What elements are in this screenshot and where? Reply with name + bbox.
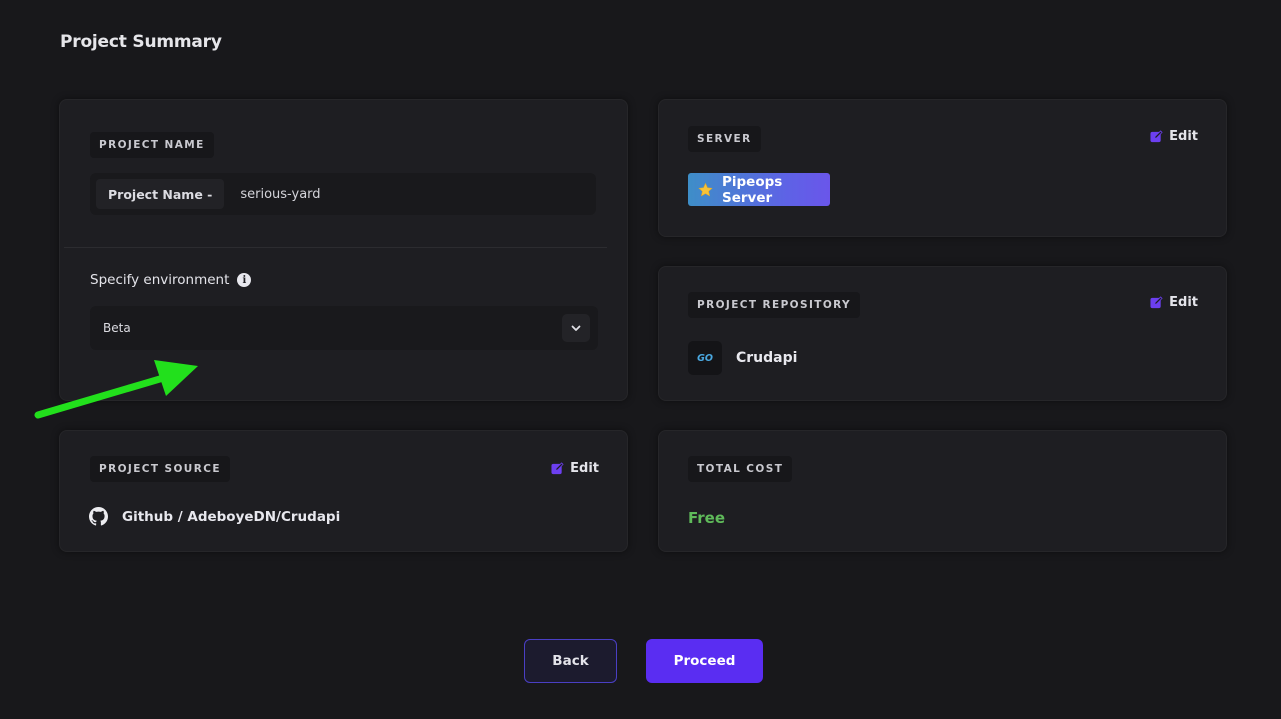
server-badge: Pipeops Server bbox=[688, 173, 830, 206]
total-cost-card: TOTAL COST Free bbox=[658, 430, 1227, 552]
go-logo-icon: GO bbox=[688, 341, 722, 375]
server-heading: SERVER bbox=[688, 126, 761, 152]
annotation-arrow-icon bbox=[34, 360, 198, 419]
proceed-button[interactable]: Proceed bbox=[646, 639, 763, 683]
back-button[interactable]: Back bbox=[524, 639, 617, 683]
source-value: Github / AdeboyeDN/Crudapi bbox=[122, 508, 341, 525]
project-repository-heading: PROJECT REPOSITORY bbox=[688, 292, 861, 318]
source-edit-button[interactable]: Edit bbox=[551, 461, 599, 476]
server-card: SERVER Edit Pipeops Server bbox=[658, 99, 1227, 237]
environment-selected-value: Beta bbox=[103, 321, 131, 335]
edit-icon bbox=[551, 462, 564, 475]
server-edit-button[interactable]: Edit bbox=[1150, 129, 1198, 144]
server-badge-label: Pipeops Server bbox=[722, 173, 783, 206]
source-row: Github / AdeboyeDN/Crudapi bbox=[89, 507, 340, 526]
project-repository-card: PROJECT REPOSITORY Edit GO Crudapi bbox=[658, 266, 1227, 401]
project-name-heading: PROJECT NAME bbox=[90, 132, 214, 158]
repository-edit-button[interactable]: Edit bbox=[1150, 295, 1198, 310]
edit-icon bbox=[1150, 296, 1163, 309]
page-title: Project Summary bbox=[60, 32, 222, 52]
repository-edit-label: Edit bbox=[1169, 295, 1198, 310]
repository-row: GO Crudapi bbox=[688, 341, 797, 375]
github-icon bbox=[89, 507, 108, 526]
project-source-heading: PROJECT SOURCE bbox=[90, 456, 230, 482]
card-divider bbox=[64, 247, 607, 248]
environment-select[interactable]: Beta bbox=[90, 306, 598, 350]
project-name-label: Project Name - bbox=[96, 179, 225, 209]
total-cost-heading: TOTAL COST bbox=[688, 456, 793, 482]
chevron-down-icon[interactable] bbox=[562, 314, 590, 342]
environment-label: Specify environment bbox=[90, 272, 230, 288]
project-name-row: Project Name - bbox=[90, 173, 596, 215]
server-edit-label: Edit bbox=[1169, 129, 1198, 144]
project-name-card: PROJECT NAME Project Name - Specify envi… bbox=[59, 99, 628, 401]
project-name-input[interactable] bbox=[240, 186, 541, 202]
edit-icon bbox=[1150, 130, 1163, 143]
environment-label-row: Specify environment i bbox=[90, 272, 252, 288]
source-edit-label: Edit bbox=[570, 461, 599, 476]
star-icon bbox=[698, 182, 713, 196]
total-cost-value: Free bbox=[688, 509, 726, 527]
info-icon[interactable]: i bbox=[237, 273, 252, 287]
repository-name: Crudapi bbox=[736, 350, 798, 366]
project-summary-page: Project Summary PROJECT NAME Project Nam… bbox=[0, 0, 1281, 719]
project-source-card: PROJECT SOURCE Edit Github / AdeboyeDN/C… bbox=[59, 430, 628, 552]
